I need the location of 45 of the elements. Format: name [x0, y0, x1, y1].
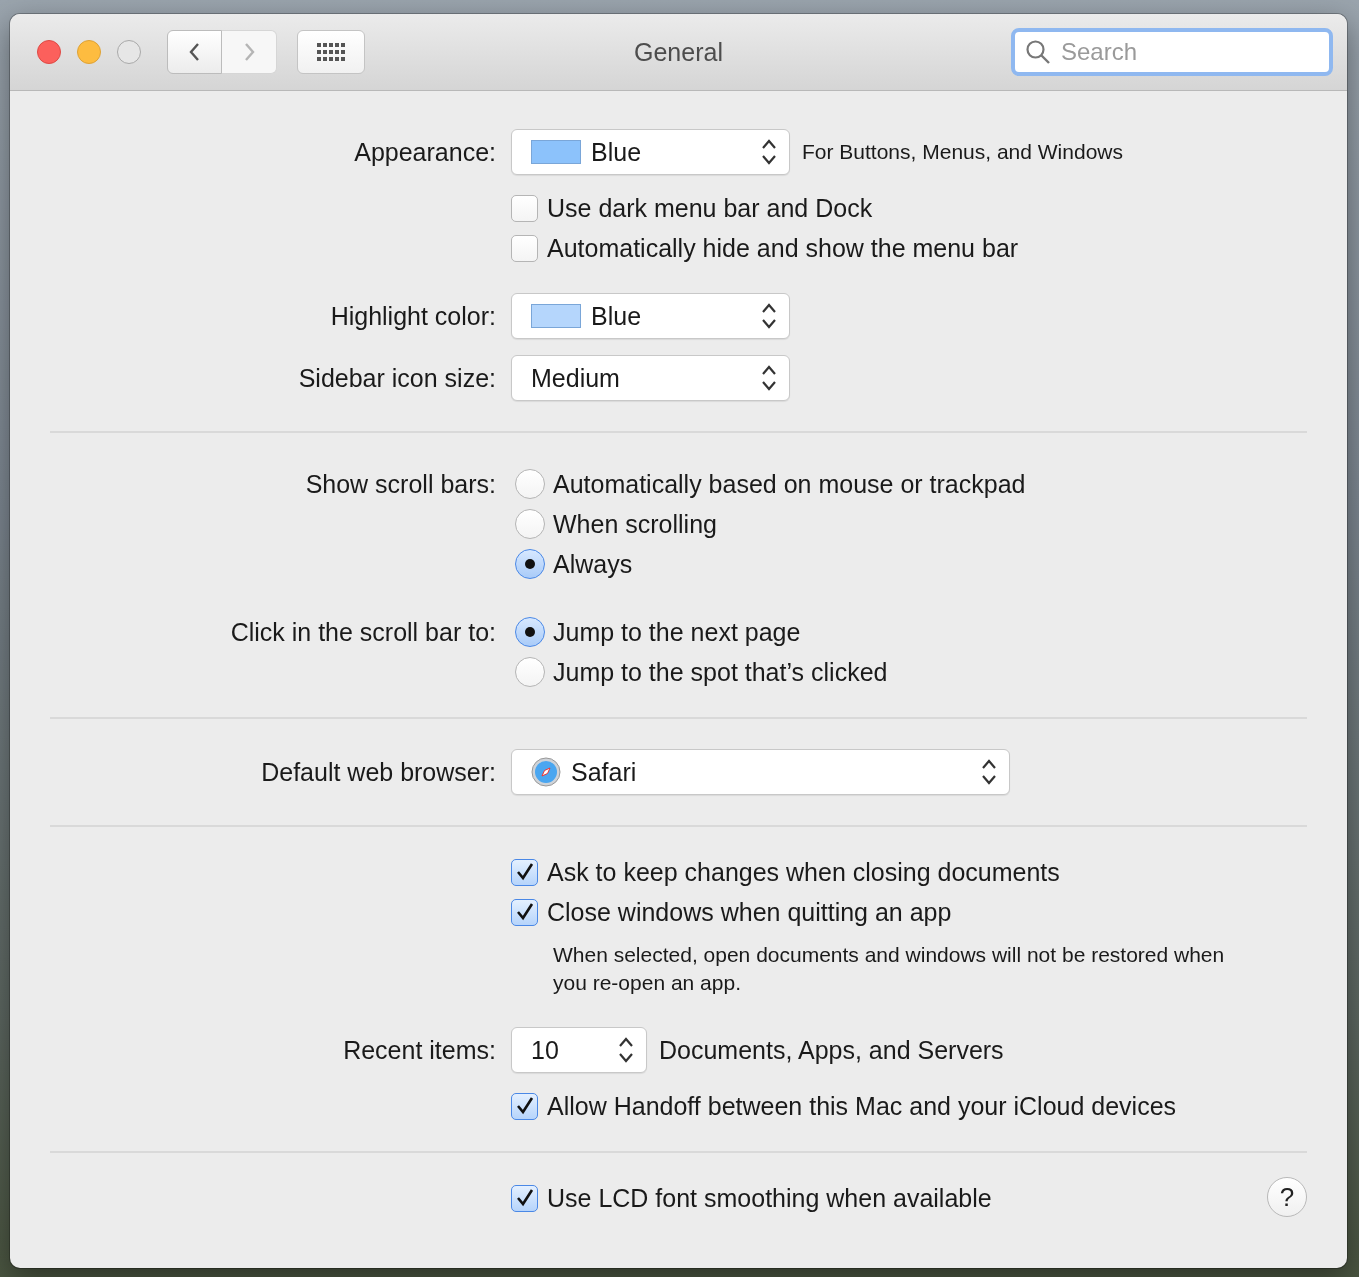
back-button[interactable]	[167, 30, 222, 74]
radio-option[interactable]: Jump to the spot that’s clicked	[515, 657, 888, 687]
radio-option[interactable]: Jump to the next page	[515, 617, 801, 647]
field-label: Recent items:	[342, 1035, 496, 1065]
stepper-arrows-icon	[618, 1036, 634, 1064]
window-control-button[interactable]	[37, 40, 61, 64]
field-label: Appearance:	[353, 137, 496, 167]
field-label: Click in the scroll bar to:	[229, 617, 496, 647]
checkmark-icon	[514, 1096, 535, 1116]
checkmark-icon	[514, 902, 535, 922]
stepper-arrows-icon	[981, 758, 997, 786]
field-label: Show scroll bars:	[304, 469, 496, 499]
window-title: General	[634, 37, 723, 66]
window-control-button[interactable]	[77, 40, 101, 64]
popup-button[interactable]: Blue	[511, 129, 790, 175]
popup-button[interactable]: Blue	[511, 293, 790, 339]
popup-button[interactable]: Medium	[511, 355, 790, 401]
stepper-arrows-icon	[761, 302, 777, 330]
number-stepper[interactable]: 10	[511, 1027, 647, 1073]
stepper-arrows-icon	[761, 138, 777, 166]
search-field[interactable]: Search	[1011, 28, 1333, 76]
checkbox[interactable]: Ask to keep changes when closing documents	[511, 857, 1060, 887]
help-button[interactable]: ?	[1267, 1177, 1307, 1217]
field-hint: For Buttons, Menus, and Windows	[802, 140, 1123, 164]
checkbox[interactable]: Use dark menu bar and Dock	[511, 193, 873, 223]
checkbox[interactable]: Automatically hide and show the menu bar	[511, 233, 1019, 263]
show-all-button[interactable]	[297, 30, 365, 74]
radio-option[interactable]: When scrolling	[515, 509, 717, 539]
checkbox[interactable]: Close windows when quitting an app	[511, 897, 952, 927]
grid-icon	[316, 42, 346, 62]
field-label: Default web browser:	[260, 757, 496, 787]
field-label: Highlight color:	[329, 301, 496, 331]
compass-icon	[531, 757, 561, 787]
help-text: When selected, open documents and windows will not be restored when you re-open an app.	[553, 942, 1226, 996]
radio-option[interactable]: Automatically based on mouse or trackpad	[515, 469, 1026, 499]
window-control-button[interactable]	[117, 40, 141, 64]
field-label: Sidebar icon size:	[297, 363, 496, 393]
checkmark-icon	[514, 1188, 535, 1208]
checkbox[interactable]: Use LCD font smoothing when available	[511, 1183, 992, 1213]
stepper-arrows-icon	[761, 364, 777, 392]
radio-option[interactable]: Always	[515, 549, 633, 579]
checkmark-icon	[514, 862, 535, 882]
popup-button[interactable]: Safari	[511, 749, 1010, 795]
field-hint: Documents, Apps, and Servers	[659, 1035, 1004, 1065]
checkbox[interactable]: Allow Handoff between this Mac and your iCloud devices	[511, 1091, 1177, 1121]
